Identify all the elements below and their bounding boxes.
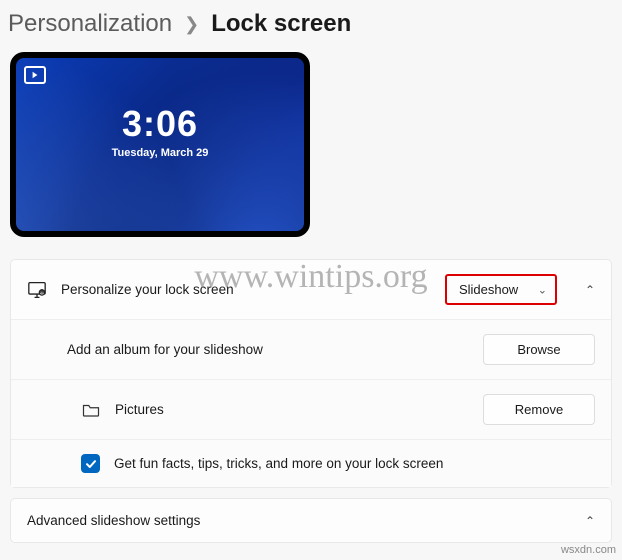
fun-facts-checkbox[interactable] [81, 454, 100, 473]
album-folder-row: Pictures Remove [11, 380, 611, 440]
collapse-icon[interactable]: ⌃ [585, 283, 595, 297]
personalize-label: Personalize your lock screen [61, 282, 431, 297]
remove-button[interactable]: Remove [483, 394, 595, 425]
browse-button[interactable]: Browse [483, 334, 595, 365]
lockscreen-mode-value: Slideshow [459, 282, 518, 297]
advanced-slideshow-row[interactable]: Advanced slideshow settings ⌃ [10, 498, 612, 543]
add-album-label: Add an album for your slideshow [67, 342, 469, 357]
preview-clock: 3:06 Tuesday, March 29 [16, 103, 304, 159]
advanced-slideshow-label: Advanced slideshow settings [27, 513, 571, 528]
chevron-right-icon: ❯ [184, 14, 199, 35]
add-album-row: Add an album for your slideshow Browse [11, 320, 611, 380]
page-title: Lock screen [211, 10, 351, 38]
fun-facts-row[interactable]: Get fun facts, tips, tricks, and more on… [11, 440, 611, 487]
watermark-corner: wsxdn.com [561, 544, 616, 556]
lockscreen-preview[interactable]: 3:06 Tuesday, March 29 [10, 52, 310, 237]
breadcrumb: Personalization ❯ Lock screen [0, 0, 622, 52]
preview-date: Tuesday, March 29 [16, 147, 304, 159]
slideshow-icon [24, 66, 46, 84]
breadcrumb-parent[interactable]: Personalization [8, 10, 172, 38]
fun-facts-label: Get fun facts, tips, tricks, and more on… [114, 456, 595, 471]
lockscreen-mode-select[interactable]: Slideshow ⌄ [445, 274, 557, 305]
folder-icon [81, 403, 101, 417]
personalize-row[interactable]: Personalize your lock screen Slideshow ⌄… [11, 260, 611, 320]
lockscreen-monitor-icon [27, 281, 47, 299]
preview-time: 3:06 [16, 103, 304, 145]
lockscreen-settings-panel: Personalize your lock screen Slideshow ⌄… [10, 259, 612, 488]
chevron-down-icon: ⌄ [538, 283, 547, 296]
album-folder-label: Pictures [115, 402, 469, 417]
collapse-icon[interactable]: ⌃ [585, 514, 595, 528]
